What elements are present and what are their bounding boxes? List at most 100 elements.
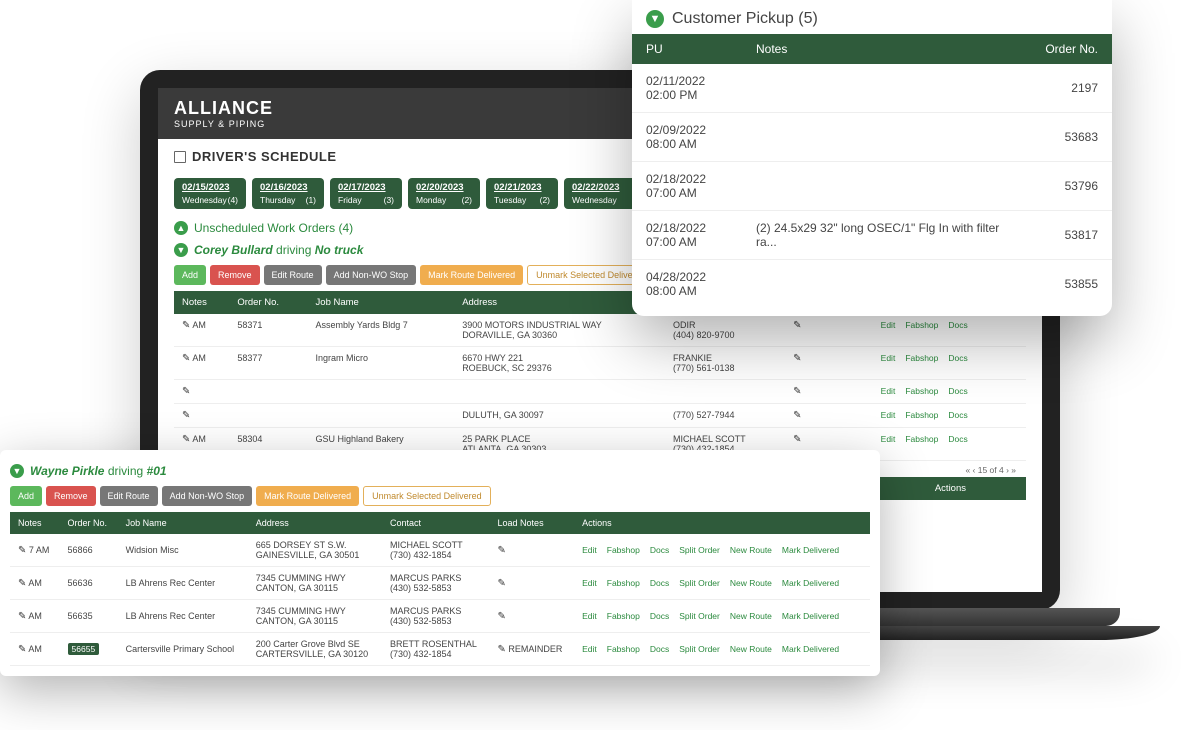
remove-button[interactable]: Remove — [46, 486, 96, 506]
add-non-wo-button[interactable]: Add Non-WO Stop — [326, 265, 417, 285]
route-table: NotesOrder No.Job NameAddressContactLoad… — [174, 291, 1026, 461]
col-header[interactable]: Load Notes — [490, 512, 575, 534]
docs-link[interactable]: Docs — [650, 611, 679, 621]
chevron-down-icon[interactable]: ▼ — [646, 10, 664, 28]
fabshop-link[interactable]: Fabshop — [905, 320, 948, 330]
docs-link[interactable]: Docs — [948, 434, 977, 444]
pencil-icon[interactable]: ✎ — [18, 545, 26, 556]
edit-link[interactable]: Edit — [881, 386, 906, 396]
edit-link[interactable]: Edit — [582, 644, 607, 654]
pickup-row[interactable]: 02/18/202207:00 AM53796 — [632, 162, 1112, 211]
fabshop-link[interactable]: Fabshop — [607, 578, 650, 588]
chevron-down-icon[interactable]: ▼ — [10, 464, 24, 478]
fabshop-link[interactable]: Fabshop — [905, 386, 948, 396]
mark-del-link[interactable]: Mark Delivered — [782, 578, 849, 588]
pencil-icon[interactable]: ✎ — [182, 353, 190, 364]
col-header[interactable]: Order No. — [229, 291, 307, 314]
fabshop-link[interactable]: Fabshop — [607, 545, 650, 555]
edit-link[interactable]: Edit — [582, 545, 607, 555]
driver2-table: NotesOrder No.Job NameAddressContactLoad… — [10, 512, 870, 666]
docs-link[interactable]: Docs — [948, 386, 977, 396]
col-header[interactable]: Contact — [382, 512, 490, 534]
pencil-icon[interactable]: ✎ — [793, 386, 801, 397]
date-pill[interactable]: 02/16/2023Thursday(1) — [252, 178, 324, 209]
unmark-delivered-button[interactable]: Unmark Selected Delivered — [363, 486, 491, 506]
new-route-link[interactable]: New Route — [730, 578, 782, 588]
pencil-icon[interactable]: ✎ — [182, 320, 190, 331]
fabshop-link[interactable]: Fabshop — [905, 434, 948, 444]
edit-link[interactable]: Edit — [881, 410, 906, 420]
pickup-row[interactable]: 02/09/202208:00 AM53683 — [632, 113, 1112, 162]
date-pill[interactable]: 02/15/2023Wednesday(4) — [174, 178, 246, 209]
pencil-icon[interactable]: ✎ — [498, 644, 506, 655]
edit-route-button[interactable]: Edit Route — [100, 486, 158, 506]
pencil-icon[interactable]: ✎ — [182, 410, 190, 421]
split-link[interactable]: Split Order — [679, 644, 730, 654]
split-link[interactable]: Split Order — [679, 578, 730, 588]
chevron-down-icon[interactable]: ▼ — [174, 243, 188, 257]
pencil-icon[interactable]: ✎ — [18, 644, 26, 655]
pickup-row[interactable]: 04/28/202208:00 AM53855 — [632, 260, 1112, 309]
edit-route-button[interactable]: Edit Route — [264, 265, 322, 285]
edit-link[interactable]: Edit — [881, 434, 906, 444]
pickup-row[interactable]: 02/18/202207:00 AM(2) 24.5x29 32" long O… — [632, 211, 1112, 260]
docs-link[interactable]: Docs — [650, 644, 679, 654]
pencil-icon[interactable]: ✎ — [18, 578, 26, 589]
col-header[interactable]: Notes — [10, 512, 60, 534]
mark-delivered-button[interactable]: Mark Route Delivered — [420, 265, 523, 285]
col-header[interactable]: Job Name — [118, 512, 248, 534]
date-pill[interactable]: 02/21/2023Tuesday(2) — [486, 178, 558, 209]
date-pill[interactable]: 02/20/2023Monday(2) — [408, 178, 480, 209]
pencil-icon[interactable]: ✎ — [498, 545, 506, 556]
col-header[interactable]: Job Name — [308, 291, 455, 314]
split-link[interactable]: Split Order — [679, 611, 730, 621]
mark-del-link[interactable]: Mark Delivered — [782, 611, 849, 621]
col-header[interactable]: Actions — [574, 512, 870, 534]
add-button[interactable]: Add — [10, 486, 42, 506]
mark-delivered-button[interactable]: Mark Route Delivered — [256, 486, 359, 506]
fabshop-link[interactable]: Fabshop — [607, 644, 650, 654]
mark-del-link[interactable]: Mark Delivered — [782, 545, 849, 555]
driver-summary: Corey Bullard driving No truck — [194, 243, 363, 257]
edit-link[interactable]: Edit — [881, 353, 906, 363]
date-pill[interactable]: 02/17/2023Friday(3) — [330, 178, 402, 209]
pencil-icon[interactable]: ✎ — [182, 386, 190, 397]
pencil-icon[interactable]: ✎ — [793, 320, 801, 331]
add-button[interactable]: Add — [174, 265, 206, 285]
add-non-wo-button[interactable]: Add Non-WO Stop — [162, 486, 253, 506]
new-route-link[interactable]: New Route — [730, 644, 782, 654]
pencil-icon[interactable]: ✎ — [18, 611, 26, 622]
fabshop-link[interactable]: Fabshop — [607, 611, 650, 621]
edit-link[interactable]: Edit — [582, 578, 607, 588]
remove-button[interactable]: Remove — [210, 265, 260, 285]
pencil-icon[interactable]: ✎ — [793, 410, 801, 421]
driver2-truck: #01 — [147, 464, 167, 478]
pencil-icon[interactable]: ✎ — [498, 611, 506, 622]
docs-link[interactable]: Docs — [650, 545, 679, 555]
pencil-icon[interactable]: ✎ — [793, 434, 801, 445]
pencil-icon[interactable]: ✎ — [498, 578, 506, 589]
pickup-row[interactable]: 02/11/202202:00 PM2197 — [632, 64, 1112, 113]
new-route-link[interactable]: New Route — [730, 545, 782, 555]
split-link[interactable]: Split Order — [679, 545, 730, 555]
customer-pickup-panel: ▼ Customer Pickup (5) PU Notes Order No.… — [632, 0, 1112, 316]
date-pill[interactable]: 02/22/2023Wednesday — [564, 178, 636, 209]
mark-del-link[interactable]: Mark Delivered — [782, 644, 849, 654]
col-header[interactable]: Address — [248, 512, 382, 534]
fabshop-link[interactable]: Fabshop — [905, 353, 948, 363]
edit-link[interactable]: Edit — [881, 320, 906, 330]
edit-link[interactable]: Edit — [582, 611, 607, 621]
pencil-icon[interactable]: ✎ — [182, 434, 190, 445]
col-header[interactable]: Order No. — [60, 512, 118, 534]
docs-link[interactable]: Docs — [948, 353, 977, 363]
new-route-link[interactable]: New Route — [730, 611, 782, 621]
unscheduled-label[interactable]: Unscheduled Work Orders (4) — [194, 221, 353, 235]
docs-link[interactable]: Docs — [948, 320, 977, 330]
chevron-up-icon[interactable]: ▲ — [174, 221, 188, 235]
fabshop-link[interactable]: Fabshop — [905, 410, 948, 420]
pencil-icon[interactable]: ✎ — [793, 353, 801, 364]
table-row: ✎ AM 56655Cartersville Primary School 20… — [10, 633, 870, 666]
docs-link[interactable]: Docs — [650, 578, 679, 588]
docs-link[interactable]: Docs — [948, 410, 977, 420]
col-header[interactable]: Notes — [174, 291, 229, 314]
